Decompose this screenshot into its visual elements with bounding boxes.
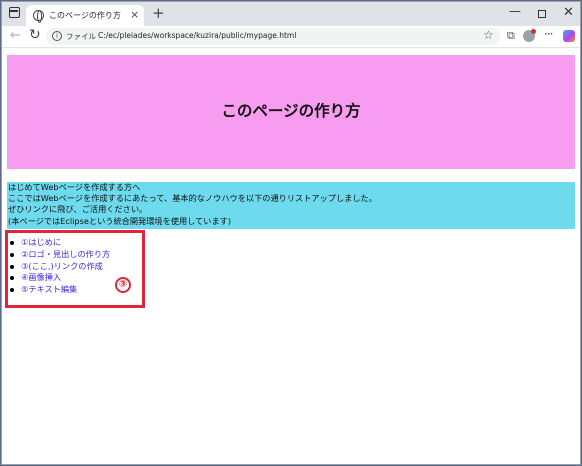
globe-icon [33, 10, 44, 23]
profile-avatar[interactable] [523, 29, 536, 42]
tab-strip: このページの作り方 × + — ✕ [2, 2, 580, 26]
collections-icon[interactable]: ⧉ [507, 29, 515, 43]
intro-line: ぜひリンクに飛び、ご活用ください。 [8, 204, 148, 215]
url-text[interactable]: C:/ec/pleiades/workspace/kuzira/public/m… [98, 31, 296, 40]
intro-line: はじめてWebページを作成する方へ [8, 182, 141, 192]
annotation-highlight-box [5, 230, 145, 308]
file-scheme-label: ファイル [66, 32, 96, 41]
address-bar[interactable]: i ファイル C:/ec/pleiades/workspace/kuzira/p… [46, 28, 500, 45]
tab-actions-icon[interactable] [8, 6, 22, 20]
intro-line: ここではWebページを作成するにあたって、基本的なノウハウを以下の通りリストアッ… [8, 193, 377, 204]
address-toolbar: ← ↻ i ファイル C:/ec/pleiades/workspace/kuzi… [2, 26, 580, 48]
active-tab[interactable]: このページの作り方 × [26, 5, 144, 26]
page-viewport: このページの作り方 はじめてWebページを作成する方へ ここではWebページを作… [2, 49, 580, 464]
minimize-button[interactable]: — [509, 4, 521, 18]
star-icon[interactable]: ☆ [483, 28, 494, 42]
tab-close-button[interactable]: × [130, 8, 139, 22]
copilot-icon[interactable] [563, 30, 575, 42]
back-icon[interactable]: ← [10, 28, 21, 43]
header-banner: このページの作り方 [7, 55, 575, 169]
maximize-button[interactable] [538, 10, 546, 18]
browser-window: このページの作り方 × + — ✕ ← ↻ i ファイル C:/ec/pleia… [1, 1, 581, 465]
more-icon[interactable]: ··· [544, 27, 554, 41]
intro-section: はじめてWebページを作成する方へ ここではWebページを作成するにあたって、基… [7, 182, 575, 229]
info-icon[interactable]: i [52, 31, 62, 41]
tab-title: このページの作り方 [49, 11, 121, 20]
annotation-number-badge: ③ [115, 277, 131, 293]
reload-icon[interactable]: ↻ [29, 27, 41, 43]
new-tab-button[interactable]: + [152, 5, 165, 21]
close-window-button[interactable]: ✕ [563, 5, 574, 20]
intro-line: (本ページではEclipseという統合開発環境を使用しています) [8, 215, 232, 226]
page-title: このページの作り方 [221, 102, 361, 120]
